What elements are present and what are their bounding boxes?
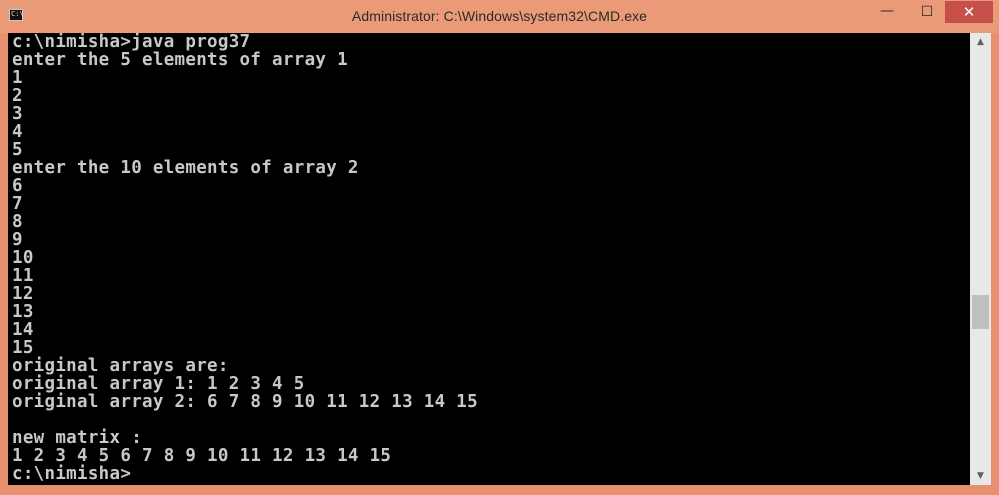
minimize-button[interactable]: — xyxy=(870,1,904,23)
vertical-scrollbar[interactable]: ▲ ▼ xyxy=(970,33,991,485)
console-line: original array 1: 1 2 3 4 5 xyxy=(12,374,305,394)
scroll-thumb[interactable] xyxy=(972,295,989,329)
console-line: original array 2: 6 7 8 9 10 11 12 13 14… xyxy=(12,392,478,412)
scroll-down-icon[interactable]: ▼ xyxy=(970,467,991,485)
window-title: Administrator: C:\Windows\system32\CMD.e… xyxy=(351,8,648,24)
console-line: original arrays are: xyxy=(12,356,229,376)
console-line: 1 xyxy=(12,68,23,88)
console-line: 14 xyxy=(12,320,34,340)
console-line: 4 xyxy=(12,122,23,142)
console-line: 6 xyxy=(12,176,23,196)
cmd-window: C:\ Administrator: C:\Windows\system32\C… xyxy=(0,0,999,495)
console-output[interactable]: c:\nimisha>java prog37 enter the 5 eleme… xyxy=(8,33,970,485)
maximize-icon: ☐ xyxy=(920,4,934,20)
console-line: 7 xyxy=(12,194,23,214)
minimize-icon: — xyxy=(880,3,894,19)
console-line: c:\nimisha>java prog37 xyxy=(12,33,251,52)
console-line: 10 xyxy=(12,248,34,268)
console-line: 1 2 3 4 5 6 7 8 9 10 11 12 13 14 15 xyxy=(12,446,392,466)
console-line: 9 xyxy=(12,230,23,250)
console-line: 12 xyxy=(12,284,34,304)
console-line: 5 xyxy=(12,140,23,160)
console-prompt: c:\nimisha> xyxy=(12,464,132,484)
console-line: enter the 10 elements of array 2 xyxy=(12,158,359,178)
scroll-up-icon[interactable]: ▲ xyxy=(970,33,991,51)
close-button[interactable]: ✕ xyxy=(945,1,993,23)
title-bar[interactable]: C:\ Administrator: C:\Windows\system32\C… xyxy=(0,0,999,33)
console-line: 8 xyxy=(12,212,23,232)
console-line: new matrix : xyxy=(12,428,143,448)
console-line: 2 xyxy=(12,86,23,106)
console-line: 15 xyxy=(12,338,34,358)
close-icon: ✕ xyxy=(962,3,976,21)
console-line: 13 xyxy=(12,302,34,322)
console-line: enter the 5 elements of array 1 xyxy=(12,50,348,70)
maximize-button[interactable]: ☐ xyxy=(910,1,944,23)
console-line: 11 xyxy=(12,266,34,286)
console-line: 3 xyxy=(12,104,23,124)
